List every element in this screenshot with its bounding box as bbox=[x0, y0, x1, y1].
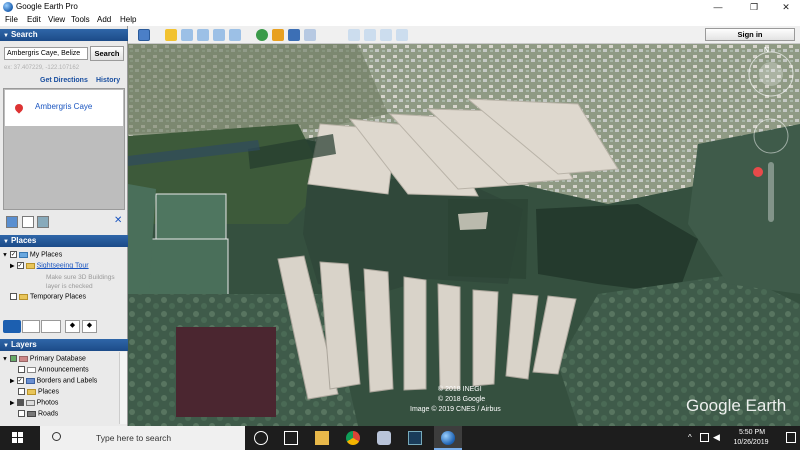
layers-scrollbar[interactable] bbox=[119, 352, 127, 424]
close-results-icon[interactable]: ✕ bbox=[114, 215, 122, 226]
sidebar: ▼ Search Ambergris Caye, Belize Search ex… bbox=[0, 26, 128, 426]
tree-sightseeing-tour[interactable]: ▶ ✓ Sightseeing Tour bbox=[10, 262, 89, 269]
window-title: Google Earth Pro bbox=[16, 2, 78, 11]
map-toolbar bbox=[128, 26, 800, 44]
attribution-inegi: © 2018 INEGI bbox=[438, 386, 482, 393]
layer-places[interactable]: Places bbox=[18, 388, 59, 395]
map-view[interactable]: N © 2018 INEGI © 2018 Google Image © 201… bbox=[128, 44, 800, 426]
places-section-header[interactable]: ▼ Places bbox=[0, 235, 128, 247]
layer-borders-and-labels[interactable]: ▶ ✓ Borders and Labels bbox=[10, 377, 97, 384]
file-explorer-icon[interactable] bbox=[315, 431, 329, 445]
placemark-icon[interactable] bbox=[165, 29, 177, 41]
view-in-maps-icon[interactable] bbox=[396, 29, 408, 41]
menu-edit[interactable]: Edit bbox=[27, 15, 41, 24]
app-18-icon[interactable] bbox=[408, 431, 422, 445]
maximize-button[interactable]: ❐ bbox=[740, 0, 768, 15]
layer-roads[interactable]: Roads bbox=[18, 410, 58, 417]
menu-view[interactable]: View bbox=[48, 15, 65, 24]
google-earth-watermark: Google Earth bbox=[686, 396, 787, 415]
sunlight-icon[interactable] bbox=[272, 29, 284, 41]
copy-icon[interactable] bbox=[22, 216, 34, 228]
menu-file[interactable]: File bbox=[5, 15, 18, 24]
print-icon[interactable] bbox=[364, 29, 376, 41]
volume-icon[interactable]: ◀ bbox=[713, 432, 720, 443]
show-hidden-icons[interactable]: ^ bbox=[688, 433, 692, 442]
ruler-icon[interactable] bbox=[304, 29, 316, 41]
save-image-icon[interactable] bbox=[380, 29, 392, 41]
move-down-icon[interactable]: ◆ bbox=[82, 320, 97, 333]
clock-date[interactable]: 10/26/2019 bbox=[722, 439, 780, 446]
tree-my-places[interactable]: ▼ ✓ My Places bbox=[2, 251, 62, 258]
search-section-header[interactable]: ▼ Search bbox=[0, 29, 128, 41]
title-bar: Google Earth Pro — ❐ ✕ bbox=[0, 0, 800, 15]
search-hint: ex: 37.407229, -122.107162 bbox=[4, 65, 80, 71]
sign-in-button[interactable]: Sign in bbox=[705, 28, 795, 41]
chrome-icon[interactable] bbox=[346, 431, 360, 445]
google-earth-taskbar-button[interactable] bbox=[434, 426, 462, 450]
search-icon bbox=[52, 432, 61, 441]
print-icon[interactable] bbox=[37, 216, 49, 228]
view-box[interactable] bbox=[41, 320, 61, 333]
taskbar-search-box[interactable]: Type here to search bbox=[40, 426, 245, 450]
task-view-icon[interactable] bbox=[284, 431, 298, 445]
sky-view-button[interactable] bbox=[22, 320, 40, 333]
notifications-icon[interactable] bbox=[786, 432, 796, 443]
close-button[interactable]: ✕ bbox=[772, 0, 800, 15]
search-result-item[interactable]: Ambergris Caye bbox=[5, 90, 123, 126]
layers-section-header[interactable]: ▼ Layers bbox=[0, 339, 128, 351]
compass-north-label: N bbox=[764, 47, 770, 54]
globe-view-button[interactable] bbox=[3, 320, 21, 333]
network-icon[interactable] bbox=[700, 433, 709, 442]
sightseeing-note: Make sure 3D Buildings layer is checked bbox=[46, 274, 115, 290]
search-results-panel: Ambergris Caye bbox=[3, 88, 125, 210]
tree-temporary-places[interactable]: Temporary Places bbox=[10, 293, 86, 300]
windows-start-icon[interactable] bbox=[12, 432, 24, 444]
layer-photos[interactable]: ▶ Photos bbox=[10, 399, 58, 406]
result-title[interactable]: Ambergris Caye bbox=[35, 102, 92, 111]
path-icon[interactable] bbox=[197, 29, 209, 41]
add-folder-icon[interactable] bbox=[6, 216, 18, 228]
minimize-button[interactable]: — bbox=[704, 0, 732, 15]
satellite-imagery[interactable] bbox=[128, 44, 800, 426]
google-earth-logo-icon bbox=[3, 2, 13, 12]
search-button[interactable]: Search bbox=[90, 46, 124, 61]
location-pin-icon bbox=[13, 102, 25, 114]
move-up-icon[interactable]: ◆ bbox=[65, 320, 80, 333]
planets-icon[interactable] bbox=[288, 29, 300, 41]
get-directions-link[interactable]: Get Directions bbox=[40, 77, 88, 84]
paint-icon[interactable] bbox=[377, 431, 391, 445]
cortana-icon[interactable] bbox=[254, 431, 268, 445]
email-icon[interactable] bbox=[348, 29, 360, 41]
windows-taskbar: Type here to search ^ ◀ 5:50 PM 10/26/20… bbox=[0, 426, 800, 450]
clock-time[interactable]: 5:50 PM bbox=[727, 429, 777, 436]
taskbar-search-placeholder: Type here to search bbox=[96, 433, 172, 443]
attribution-google: © 2018 Google bbox=[438, 396, 486, 403]
polygon-icon[interactable] bbox=[181, 29, 193, 41]
search-input[interactable]: Ambergris Caye, Belize bbox=[4, 47, 88, 60]
sidebar-toggle-icon[interactable] bbox=[138, 29, 150, 41]
layer-primary-database[interactable]: ▼ Primary Database bbox=[2, 355, 86, 362]
menu-add[interactable]: Add bbox=[97, 15, 111, 24]
menu-tools[interactable]: Tools bbox=[71, 15, 90, 24]
history-link[interactable]: History bbox=[96, 77, 120, 84]
menu-help[interactable]: Help bbox=[120, 15, 136, 24]
menu-bar: File Edit View Tools Add Help bbox=[0, 15, 800, 26]
google-earth-icon bbox=[441, 431, 455, 445]
attribution-cnes-airbus: Image © 2019 CNES / Airbus bbox=[410, 406, 501, 413]
record-tour-icon[interactable] bbox=[229, 29, 241, 41]
layer-announcements[interactable]: Announcements bbox=[18, 366, 89, 373]
historical-imagery-icon[interactable] bbox=[256, 29, 268, 41]
image-overlay-icon[interactable] bbox=[213, 29, 225, 41]
